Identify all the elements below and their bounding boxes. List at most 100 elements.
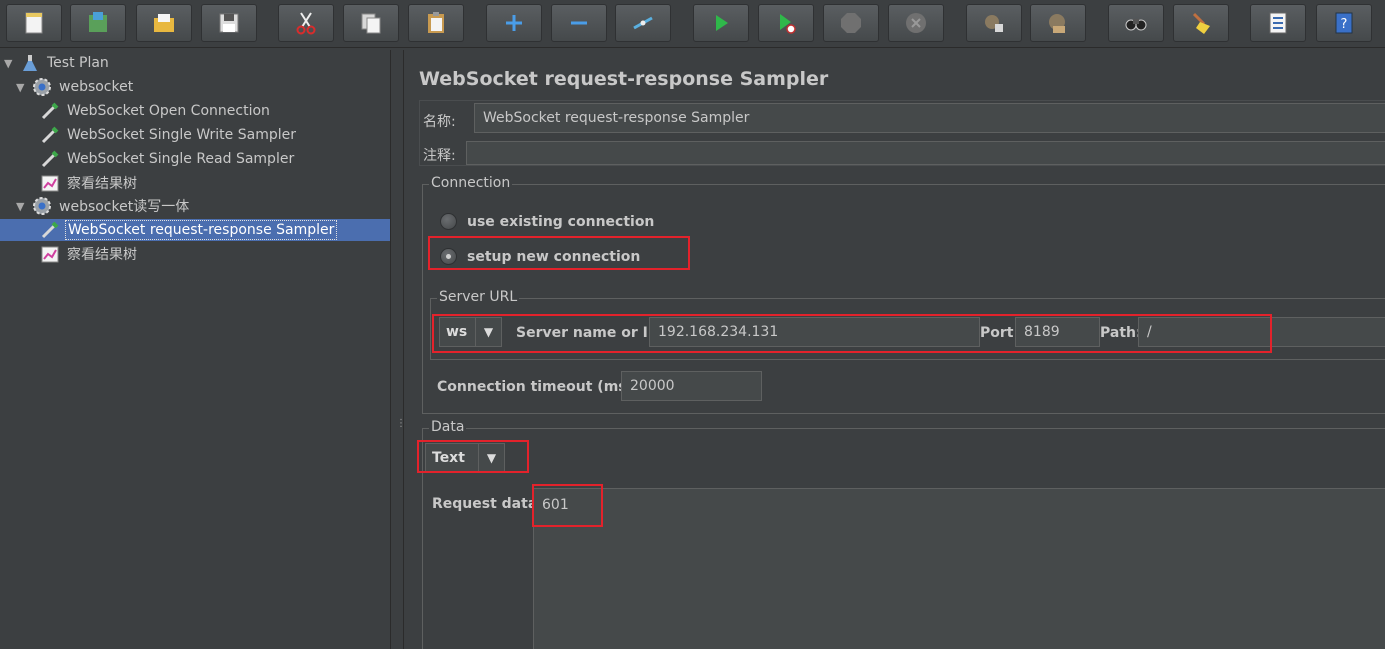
clear-all-button[interactable] — [1030, 4, 1086, 42]
clear-button[interactable] — [966, 4, 1022, 42]
toggle-button[interactable] — [615, 4, 671, 42]
port-label: Port: — [980, 325, 1020, 341]
chevron-down-icon[interactable]: ▼ — [478, 444, 504, 472]
setup-new-radio[interactable] — [440, 248, 457, 265]
help-button[interactable]: ? — [1316, 4, 1372, 42]
tree-item-label: WebSocket Single Read Sampler — [67, 151, 295, 167]
expanded-arrow-icon[interactable]: ▼ — [16, 81, 28, 94]
splitter[interactable]: ⋮ — [392, 50, 406, 649]
save-button[interactable] — [201, 4, 257, 42]
path-label: Path: — [1100, 325, 1142, 341]
pipette-icon — [40, 149, 60, 169]
tree-item-result-tree-1[interactable]: 察看结果树 — [40, 172, 139, 194]
setup-new-label[interactable]: setup new connection — [467, 249, 640, 265]
name-label: 名称: — [423, 114, 456, 130]
copy-icon — [361, 13, 381, 34]
new-button[interactable] — [6, 4, 62, 42]
tree-item-label: WebSocket Single Write Sampler — [67, 127, 296, 143]
open-button[interactable] — [136, 4, 192, 42]
templates-button[interactable] — [70, 4, 126, 42]
clear-all-icon — [1049, 14, 1065, 33]
tree-item-single-read[interactable]: WebSocket Single Read Sampler — [40, 148, 296, 170]
request-data-value: 601 — [542, 497, 569, 513]
tree-item-label: Test Plan — [47, 55, 109, 71]
tree-item-websocket-rw[interactable]: ▼ websocket读写一体 — [16, 195, 191, 217]
start-no-pauses-button[interactable] — [758, 4, 814, 42]
pipette-icon — [40, 220, 60, 240]
search-icon — [1125, 19, 1147, 31]
cut-icon — [296, 12, 316, 35]
collapse-button[interactable] — [551, 4, 607, 42]
jmeter-window: ? ▼ Test Plan ▼ websocket WebSocket Open… — [0, 0, 1385, 649]
save-icon — [219, 13, 239, 33]
pipette-icon — [40, 101, 60, 121]
timeout-label: Connection timeout (ms): — [437, 379, 639, 395]
shutdown-icon — [906, 13, 926, 33]
chart-icon — [40, 173, 60, 193]
expand-icon — [506, 15, 522, 31]
connection-legend: Connection — [429, 175, 513, 191]
comment-field[interactable] — [466, 141, 1385, 165]
tree-item-test-plan[interactable]: ▼ Test Plan — [4, 52, 111, 74]
tree-item-result-tree-2[interactable]: 察看结果树 — [40, 243, 139, 265]
flask-icon — [20, 53, 40, 73]
protocol-select[interactable]: ws ▼ — [439, 317, 502, 347]
gear-icon — [32, 196, 52, 216]
protocol-value: ws — [446, 324, 468, 340]
port-field[interactable]: 8189 — [1015, 317, 1100, 347]
page-title: WebSocket request-response Sampler — [419, 68, 829, 90]
tree-item-request-response[interactable]: WebSocket request-response Sampler — [0, 219, 390, 241]
toggle-icon — [633, 16, 653, 30]
search-button[interactable] — [1108, 4, 1164, 42]
sampler-panel: WebSocket request-response Sampler 名称: W… — [405, 50, 1385, 649]
clear-icon — [985, 15, 1003, 32]
reset-search-icon — [1192, 12, 1210, 34]
server-name-field[interactable]: 192.168.234.131 — [649, 317, 980, 347]
data-type-select[interactable]: Text ▼ — [425, 443, 505, 473]
timeout-field[interactable]: 20000 — [621, 371, 762, 401]
new-icon — [25, 12, 43, 34]
templates-icon — [89, 12, 107, 32]
pipette-icon — [40, 125, 60, 145]
name-field[interactable]: WebSocket request-response Sampler — [474, 103, 1385, 133]
test-plan-tree: ▼ Test Plan ▼ websocket WebSocket Open C… — [0, 50, 391, 649]
tree-item-label: 察看结果树 — [67, 247, 137, 263]
start-button[interactable] — [693, 4, 749, 42]
collapse-icon — [571, 21, 587, 25]
cut-button[interactable] — [278, 4, 334, 42]
shutdown-button[interactable] — [888, 4, 944, 42]
paste-button[interactable] — [408, 4, 464, 42]
gear-icon — [32, 77, 52, 97]
start-icon — [716, 15, 728, 31]
expanded-arrow-icon[interactable]: ▼ — [4, 57, 16, 70]
expanded-arrow-icon[interactable]: ▼ — [16, 200, 28, 213]
tree-item-single-write[interactable]: WebSocket Single Write Sampler — [40, 124, 298, 146]
function-helper-icon — [1269, 12, 1287, 34]
paste-icon — [428, 12, 444, 33]
data-legend: Data — [429, 419, 467, 435]
data-type-value: Text — [432, 450, 465, 466]
path-field[interactable]: / — [1138, 317, 1385, 347]
tree-item-label: websocket读写一体 — [59, 199, 190, 215]
use-existing-label[interactable]: use existing connection — [467, 214, 654, 230]
function-helper-button[interactable] — [1250, 4, 1306, 42]
stop-icon — [841, 13, 861, 33]
comment-label: 注释: — [423, 148, 456, 164]
toolbar: ? — [0, 0, 1385, 48]
tree-item-websocket[interactable]: ▼ websocket — [16, 76, 135, 98]
tree-item-label: websocket — [59, 79, 134, 95]
copy-button[interactable] — [343, 4, 399, 42]
expand-button[interactable] — [486, 4, 542, 42]
help-icon: ? — [1335, 12, 1353, 34]
server-name-label: Server name or IP: — [516, 325, 664, 341]
use-existing-radio[interactable] — [440, 213, 457, 230]
tree-item-open-connection[interactable]: WebSocket Open Connection — [40, 100, 272, 122]
tree-item-label: WebSocket request-response Sampler — [65, 220, 338, 240]
chevron-down-icon[interactable]: ▼ — [475, 318, 501, 346]
request-data-textarea[interactable]: 601 — [533, 488, 1385, 649]
start-no-pauses-icon — [780, 14, 796, 34]
chart-icon — [40, 244, 60, 264]
tree-item-label: WebSocket Open Connection — [67, 103, 270, 119]
reset-search-button[interactable] — [1173, 4, 1229, 42]
stop-button[interactable] — [823, 4, 879, 42]
